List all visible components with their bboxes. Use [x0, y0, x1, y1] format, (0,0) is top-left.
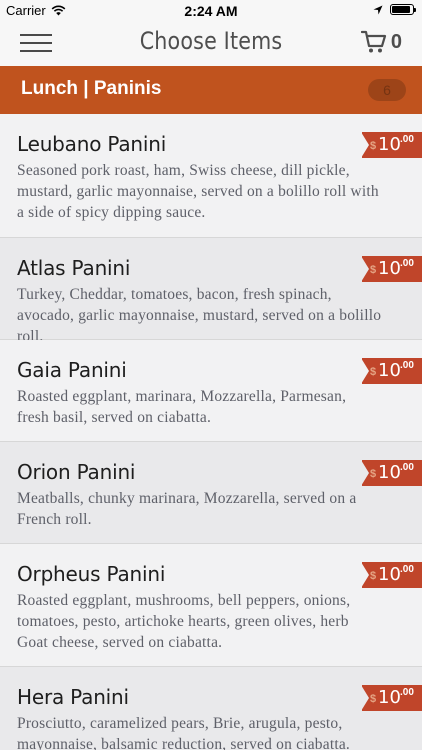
item-name: Orpheus Panini: [17, 562, 166, 586]
price-whole: 10: [378, 687, 401, 708]
price-tag: $ 10 .00: [361, 256, 422, 282]
price-currency: $: [370, 264, 377, 276]
menu-item[interactable]: Leubano Panini Seasoned pork roast, ham,…: [0, 114, 422, 238]
cart-icon: [360, 30, 386, 53]
category-count-badge: 6: [368, 79, 406, 101]
price-cents: .00: [400, 360, 414, 371]
category-title: Lunch | Paninis: [21, 78, 162, 99]
price-tag: $ 10 .00: [361, 460, 422, 486]
price-cents: .00: [400, 134, 414, 145]
price-currency: $: [370, 140, 377, 152]
menu-item[interactable]: Atlas Panini Turkey, Cheddar, tomatoes, …: [0, 238, 422, 345]
price-whole: 10: [378, 258, 401, 279]
price-tag: $ 10 .00: [361, 132, 422, 158]
status-time: 2:24 AM: [184, 3, 238, 19]
status-bar: Carrier 2:24 AM: [0, 0, 422, 22]
menu-item[interactable]: Orpheus Panini Roasted eggplant, mushroo…: [0, 544, 422, 667]
price-whole: 10: [378, 462, 401, 483]
price-cents: .00: [400, 687, 414, 698]
item-description: Prosciutto, caramelized pears, Brie, aru…: [17, 715, 350, 750]
status-indicators: [373, 4, 416, 15]
price-tag: $ 10 .00: [361, 358, 422, 384]
item-description: Roasted eggplant, marinara, Mozzarella, …: [17, 388, 347, 426]
page-title: Choose Items: [139, 27, 283, 55]
item-name: Hera Panini: [17, 685, 129, 709]
item-description: Turkey, Cheddar, tomatoes, bacon, fresh …: [17, 286, 382, 345]
price-whole: 10: [378, 564, 401, 585]
item-name: Atlas Panini: [17, 256, 131, 280]
battery-icon: [390, 4, 416, 15]
item-name: Orion Panini: [17, 460, 136, 484]
price-currency: $: [370, 693, 377, 705]
menu-item[interactable]: Orion Panini Meatballs, chunky marinara,…: [0, 442, 422, 544]
item-name: Leubano Panini: [17, 132, 167, 156]
price-whole: 10: [378, 360, 401, 381]
item-name: Gaia Panini: [17, 358, 127, 382]
cart-count: 0: [390, 30, 402, 53]
price-tag: $ 10 .00: [361, 685, 422, 711]
price-currency: $: [370, 366, 377, 378]
price-cents: .00: [400, 258, 414, 269]
item-description: Seasoned pork roast, ham, Swiss cheese, …: [17, 162, 379, 221]
price-tag: $ 10 .00: [361, 562, 422, 588]
price-cents: .00: [400, 564, 414, 575]
item-description: Meatballs, chunky marinara, Mozzarella, …: [17, 490, 357, 528]
nav-bar: Choose Items 0: [0, 22, 422, 66]
item-description: Roasted eggplant, mushrooms, bell pepper…: [17, 592, 351, 651]
price-cents: .00: [400, 462, 414, 473]
menu-item-list: Leubano Panini Seasoned pork roast, ham,…: [0, 114, 422, 750]
menu-item[interactable]: Hera Panini Prosciutto, caramelized pear…: [0, 667, 422, 750]
price-whole: 10: [378, 134, 401, 155]
category-header[interactable]: Lunch | Paninis 6: [0, 66, 422, 114]
location-arrow-icon: [373, 5, 383, 14]
price-currency: $: [370, 468, 377, 480]
price-currency: $: [370, 570, 377, 582]
menu-item[interactable]: Gaia Panini Roasted eggplant, marinara, …: [0, 340, 422, 442]
cart-button[interactable]: 0: [360, 30, 402, 54]
